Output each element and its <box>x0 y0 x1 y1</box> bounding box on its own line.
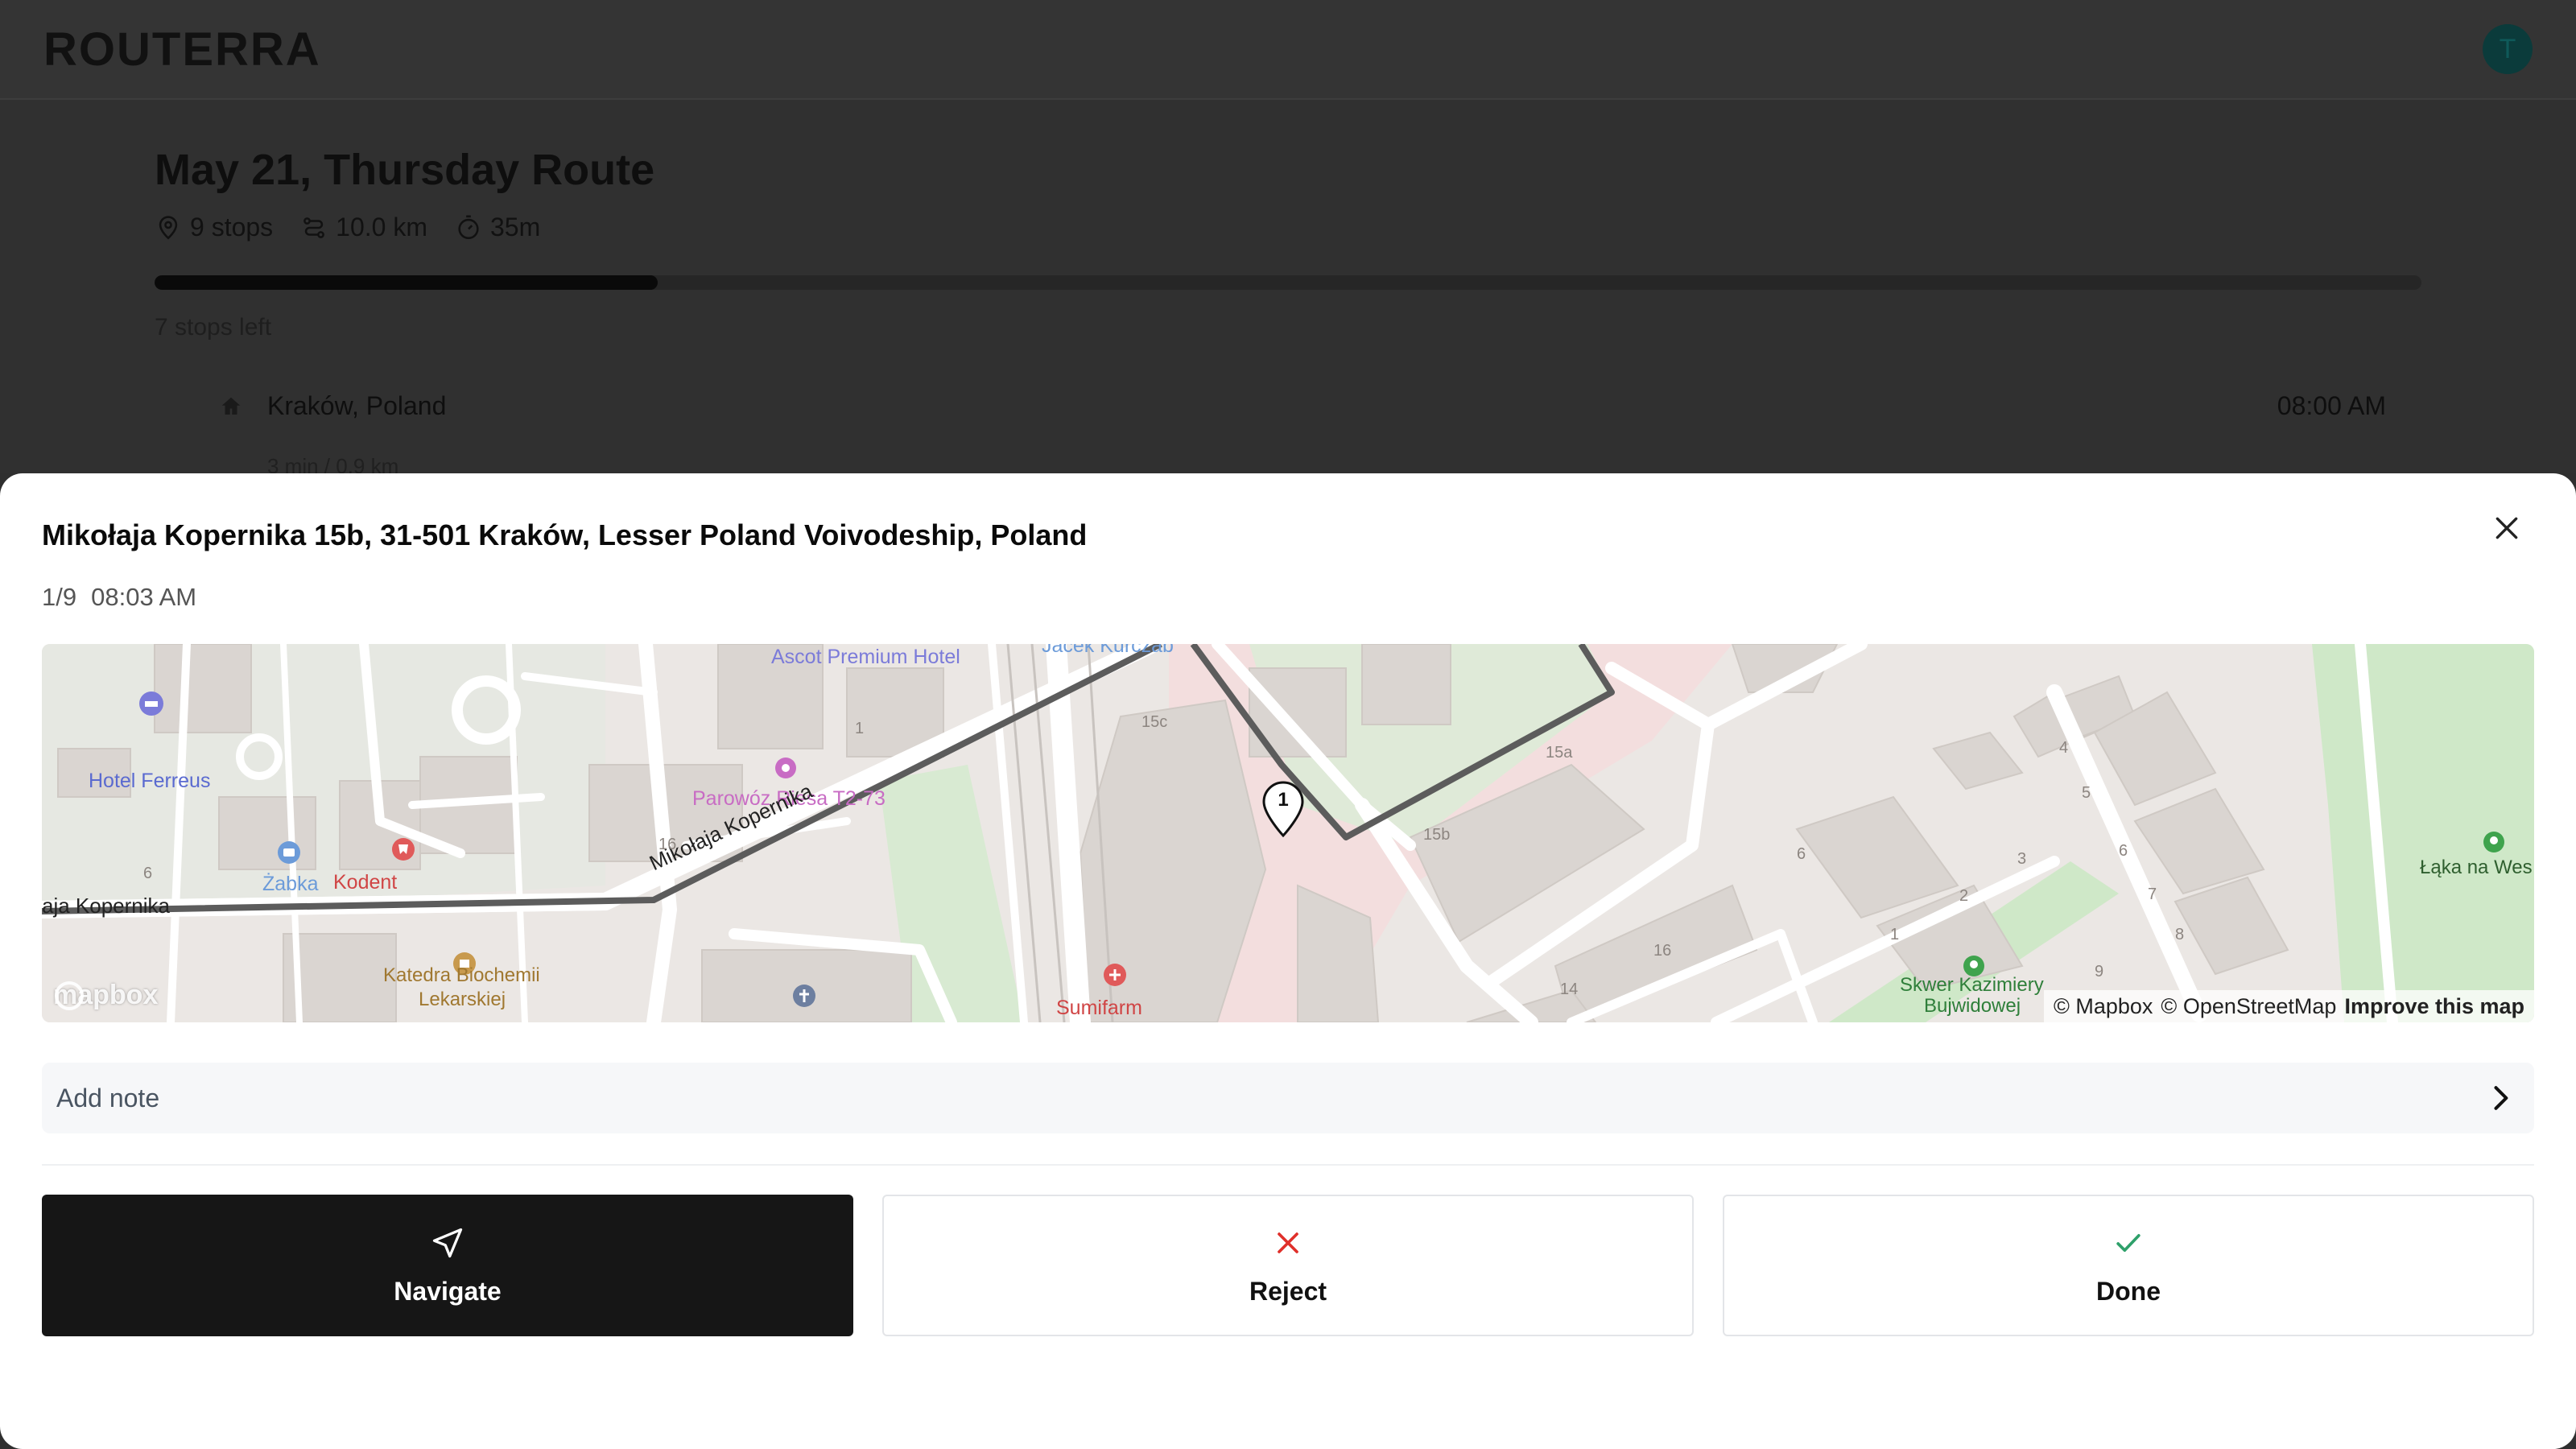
route-title: May 21, Thursday Route <box>155 146 655 194</box>
hotel-icon[interactable] <box>137 689 166 718</box>
user-avatar[interactable]: T <box>2483 24 2533 74</box>
section-divider <box>42 1164 2534 1166</box>
house-number: 15a <box>1546 744 1573 762</box>
poi-label: Żabka <box>262 873 319 895</box>
church-icon[interactable] <box>791 982 818 1009</box>
bus-stop-icon[interactable] <box>275 839 303 866</box>
start-time: 08:00 AM <box>2277 391 2386 420</box>
poi-label: Ascot Premium Hotel <box>771 646 960 668</box>
pharmacy-icon[interactable] <box>1101 961 1129 989</box>
poi-label: Katedra Biochemii <box>383 964 540 986</box>
poi-label: Łąka na Wes <box>2420 857 2533 878</box>
navigate-label: Navigate <box>394 1276 502 1306</box>
add-note-row[interactable]: Add note <box>42 1063 2534 1133</box>
route-distance-label: 10.0 km <box>336 213 427 242</box>
navigation-arrow-icon <box>432 1228 463 1257</box>
map-attribution: © Mapbox © OpenStreetMap Improve this ma… <box>2043 990 2534 1022</box>
house-number: 16 <box>1653 942 1672 960</box>
mapbox-logo[interactable]: mapbox <box>53 980 158 1011</box>
route-duration: 35m <box>455 213 540 242</box>
stop-index: 1/9 <box>42 583 77 611</box>
house-number: 15b <box>1423 826 1451 844</box>
close-icon <box>1278 1232 1298 1253</box>
chevron-right-icon <box>2494 1086 2508 1110</box>
attribution-osm[interactable]: © OpenStreetMap <box>2161 994 2336 1019</box>
park-icon[interactable] <box>2481 829 2507 855</box>
timer-icon <box>458 215 479 239</box>
house-number: 16 <box>658 836 677 853</box>
poi-label: Kodent <box>333 871 398 894</box>
house-number: 7 <box>2148 886 2157 903</box>
attribution-mapbox[interactable]: © Mapbox <box>2054 994 2153 1019</box>
improve-map-link[interactable]: Improve this map <box>2344 994 2524 1019</box>
stop-marker[interactable]: 1 <box>1261 779 1306 837</box>
house-number: 15c <box>1141 713 1168 731</box>
app-header: ROUTERRA T <box>0 0 2576 100</box>
start-place: Kraków, Poland <box>267 391 447 420</box>
close-button[interactable] <box>2484 506 2529 551</box>
poi-label: Hotel Ferreus <box>89 770 211 792</box>
stops-count-label: 9 stops <box>190 213 274 242</box>
route-icon <box>303 217 325 238</box>
stop-address: Mikołaja Kopernika 15b, 31-501 Kraków, L… <box>42 518 1088 551</box>
house-number: 8 <box>2175 926 2185 943</box>
poi-label: Jacek Kurczab <box>1042 644 1174 657</box>
home-icon <box>221 397 241 415</box>
mapbox-logo-icon <box>55 981 84 1010</box>
street-label: aja Kopernika <box>42 894 170 918</box>
poi-label: Skwer Kazimiery <box>1900 974 2044 996</box>
stop-actions: Navigate Reject Done <box>42 1195 2534 1336</box>
close-icon <box>2496 517 2518 539</box>
route-progress-fill <box>155 275 658 290</box>
dentist-icon[interactable] <box>390 836 417 863</box>
house-number: 9 <box>2095 963 2104 980</box>
route-duration-label: 35m <box>490 213 541 242</box>
house-number: 5 <box>2082 784 2091 802</box>
start-point-row[interactable]: Kraków, Poland 08:00 AM <box>219 388 2386 425</box>
poi-label: Lekarskiej <box>419 989 506 1010</box>
poi-label: Bujwidowej <box>1924 995 2021 1017</box>
house-number: 6 <box>2119 842 2128 860</box>
reject-button[interactable]: Reject <box>882 1195 1694 1336</box>
done-button[interactable]: Done <box>1723 1195 2534 1336</box>
house-number: 1 <box>1890 926 1900 943</box>
house-number: 6 <box>143 865 153 882</box>
stop-meta: 1/9 08:03 AM <box>42 583 196 612</box>
brand-logo[interactable]: ROUTERRA <box>43 23 321 76</box>
checkmark-icon <box>2116 1233 2140 1252</box>
house-number: 2 <box>1959 887 1969 905</box>
stop-eta: 08:03 AM <box>91 583 197 611</box>
stop-map[interactable]: Ascot Premium Hotel Jacek Kurczab Hotel … <box>42 644 2534 1022</box>
navigate-button[interactable]: Navigate <box>42 1195 853 1336</box>
house-number: 1 <box>855 720 865 737</box>
house-number: 6 <box>1797 845 1806 863</box>
add-note-label: Add note <box>56 1084 160 1113</box>
done-label: Done <box>2096 1276 2161 1306</box>
house-number: 4 <box>2059 739 2069 757</box>
stop-marker-label: 1 <box>1278 789 1289 811</box>
route-meta: 9 stops 10.0 km 35m <box>155 213 540 242</box>
poi-label: Sumifarm <box>1056 997 1142 1019</box>
route-distance: 10.0 km <box>300 213 427 242</box>
house-number: 14 <box>1560 980 1579 998</box>
stops-count: 9 stops <box>155 213 273 242</box>
route-overview: May 21, Thursday Route 9 stops 10.0 km 3… <box>0 100 2576 478</box>
location-pin-icon <box>159 215 178 239</box>
route-progress-bar <box>155 275 2421 290</box>
reject-label: Reject <box>1249 1276 1327 1306</box>
cafe-icon[interactable] <box>773 755 799 781</box>
stops-left: 7 stops left <box>155 314 272 341</box>
house-number: 3 <box>2017 850 2027 868</box>
stop-detail-sheet: Mikołaja Kopernika 15b, 31-501 Kraków, L… <box>0 473 2576 1449</box>
